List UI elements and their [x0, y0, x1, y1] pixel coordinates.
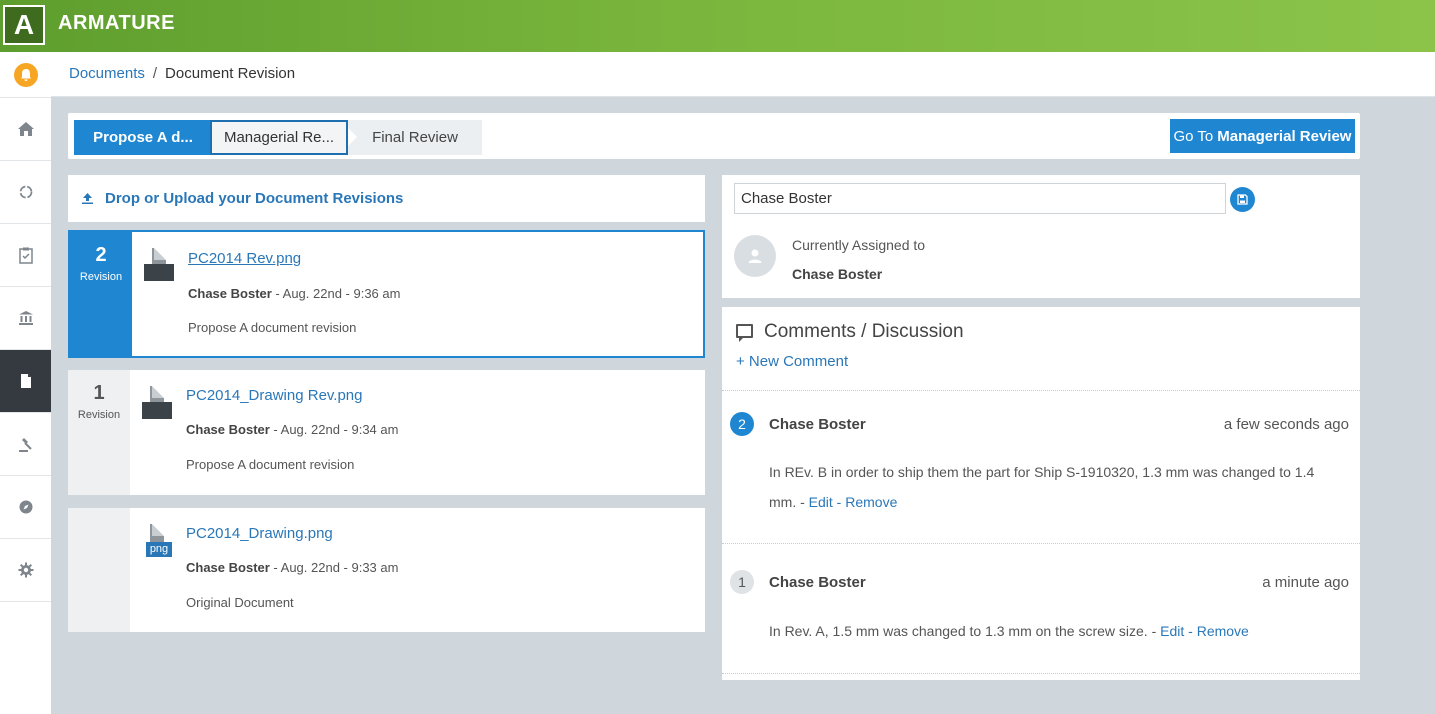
sidebar-item-tasks[interactable] [0, 224, 51, 287]
home-icon [17, 122, 34, 136]
assignee-input[interactable] [734, 183, 1226, 214]
gear-icon [18, 562, 33, 578]
revision-author: Chase Boster [186, 422, 270, 437]
upload-revisions-button[interactable]: Drop or Upload your Document Revisions [68, 175, 705, 222]
new-comment-button[interactable]: + New Comment [736, 353, 848, 370]
revision-description: Propose A document revision [186, 457, 355, 472]
sidebar-item-documents[interactable] [0, 350, 51, 413]
logo[interactable]: A [3, 5, 45, 45]
save-icon [1237, 194, 1248, 205]
comment-text: In REv. B in order to ship them the part… [769, 457, 1344, 517]
step-propose[interactable]: Propose A d... [74, 120, 221, 155]
file-icon [142, 386, 172, 420]
sidebar-item-legal[interactable] [0, 413, 51, 476]
breadcrumb: Documents / Document Revision [69, 65, 295, 82]
revision-author: Chase Boster [188, 286, 272, 301]
revision-number-block: 2 Revision [70, 232, 132, 356]
comment-time: a minute ago [1262, 574, 1349, 591]
revision-date: - Aug. 22nd - 9:33 am [269, 560, 399, 575]
assigned-name: Chase Boster [792, 266, 883, 282]
revision-number: 1 [93, 382, 105, 404]
step-managerial-review[interactable]: Managerial Re... [210, 120, 348, 155]
revision-meta: Chase Boster - Aug. 22nd - 9:36 am [188, 286, 400, 301]
revision-file-link[interactable]: PC2014_Drawing.png [186, 525, 333, 542]
avatar [734, 235, 776, 277]
comment-action-separator: - [832, 494, 846, 510]
workflow-steps: Propose A d... Managerial Re... Final Re… [68, 113, 1360, 159]
bell-icon [13, 62, 38, 87]
breadcrumb-bar: Documents / Document Revision [51, 52, 1435, 97]
revision-date: - Aug. 22nd - 9:36 am [271, 286, 401, 301]
top-bar: A ARMATURE [0, 0, 1435, 52]
brand-name: ARMATURE [58, 12, 175, 34]
revision-label: Revision [79, 271, 123, 283]
comment-action-separator: - [1184, 623, 1197, 639]
revision-meta: Chase Boster - Aug. 22nd - 9:34 am [186, 422, 398, 437]
clipboard-check-icon [18, 247, 33, 264]
revision-number-block [68, 508, 130, 632]
png-file-icon: png [142, 524, 172, 558]
revision-number-block: 1 Revision [68, 370, 130, 495]
revision-date: - Aug. 22nd - 9:34 am [269, 422, 399, 437]
save-assignee-button[interactable] [1230, 187, 1255, 212]
breadcrumb-current: Document Revision [165, 65, 296, 82]
upload-label: Drop or Upload your Document Revisions [105, 190, 404, 207]
revision-meta: Chase Boster - Aug. 22nd - 9:33 am [186, 560, 398, 575]
comment-remove-link[interactable]: Remove [845, 494, 897, 510]
revision-description: Propose A document revision [188, 320, 357, 335]
file-icon [144, 248, 174, 282]
sidebar-item-notifications[interactable] [0, 52, 51, 98]
gavel-icon [18, 438, 32, 452]
revision-card[interactable]: png PC2014_Drawing.png Chase Boster - Au… [68, 508, 705, 632]
divider [722, 673, 1360, 674]
comment-number-badge: 1 [730, 570, 754, 594]
revision-label: Revision [77, 409, 121, 421]
circle-icon [19, 185, 32, 199]
compass-icon [19, 500, 32, 514]
comment-icon [736, 324, 753, 342]
breadcrumb-documents-link[interactable]: Documents [69, 65, 145, 82]
goto-target: Managerial Review [1217, 127, 1352, 145]
revision-description: Original Document [186, 595, 294, 610]
comments-title: Comments / Discussion [764, 321, 964, 342]
comment-author: Chase Boster [769, 574, 866, 591]
sidebar-item-settings[interactable] [0, 539, 51, 602]
comment-edit-link[interactable]: Edit [1160, 623, 1184, 639]
revision-card[interactable]: 2 Revision PC2014 Rev.png Chase Boster -… [68, 230, 705, 358]
sidebar-item-institution[interactable] [0, 287, 51, 350]
sidebar-item-progress[interactable] [0, 161, 51, 224]
revision-author: Chase Boster [186, 560, 270, 575]
revision-file-link[interactable]: PC2014_Drawing Rev.png [186, 387, 363, 404]
upload-icon [82, 193, 93, 204]
breadcrumb-separator: / [152, 65, 158, 82]
divider [722, 543, 1360, 544]
comments-panel: Comments / Discussion + New Comment 2 Ch… [722, 307, 1360, 680]
divider [722, 390, 1360, 391]
sidebar [0, 52, 51, 714]
comment-remove-link[interactable]: Remove [1197, 623, 1249, 639]
sidebar-item-explore[interactable] [0, 476, 51, 539]
comment-body: In Rev. A, 1.5 mm was changed to 1.3 mm … [769, 623, 1161, 639]
goto-managerial-review-button[interactable]: Go To Managerial Review [1170, 119, 1355, 153]
sidebar-item-home[interactable] [0, 98, 51, 161]
goto-prefix: Go To [1173, 127, 1214, 145]
comment-edit-link[interactable]: Edit [809, 494, 833, 510]
revision-number: 2 [95, 244, 107, 266]
step-final-review-label: Final Review [372, 129, 458, 146]
comment-author: Chase Boster [769, 416, 866, 433]
user-icon [748, 249, 762, 263]
revision-card[interactable]: 1 Revision PC2014_Drawing Rev.png Chase … [68, 370, 705, 495]
comment-time: a few seconds ago [1223, 416, 1349, 433]
comment-number-badge: 2 [730, 412, 754, 436]
comment-text: In Rev. A, 1.5 mm was changed to 1.3 mm … [769, 616, 1344, 646]
document-icon [20, 374, 31, 388]
step-final-review[interactable]: Final Review [348, 120, 482, 155]
assigned-label: Currently Assigned to [792, 237, 926, 253]
assignment-panel: Currently Assigned to Chase Boster [722, 175, 1360, 298]
bank-icon [18, 311, 33, 325]
revision-file-link[interactable]: PC2014 Rev.png [188, 250, 301, 267]
